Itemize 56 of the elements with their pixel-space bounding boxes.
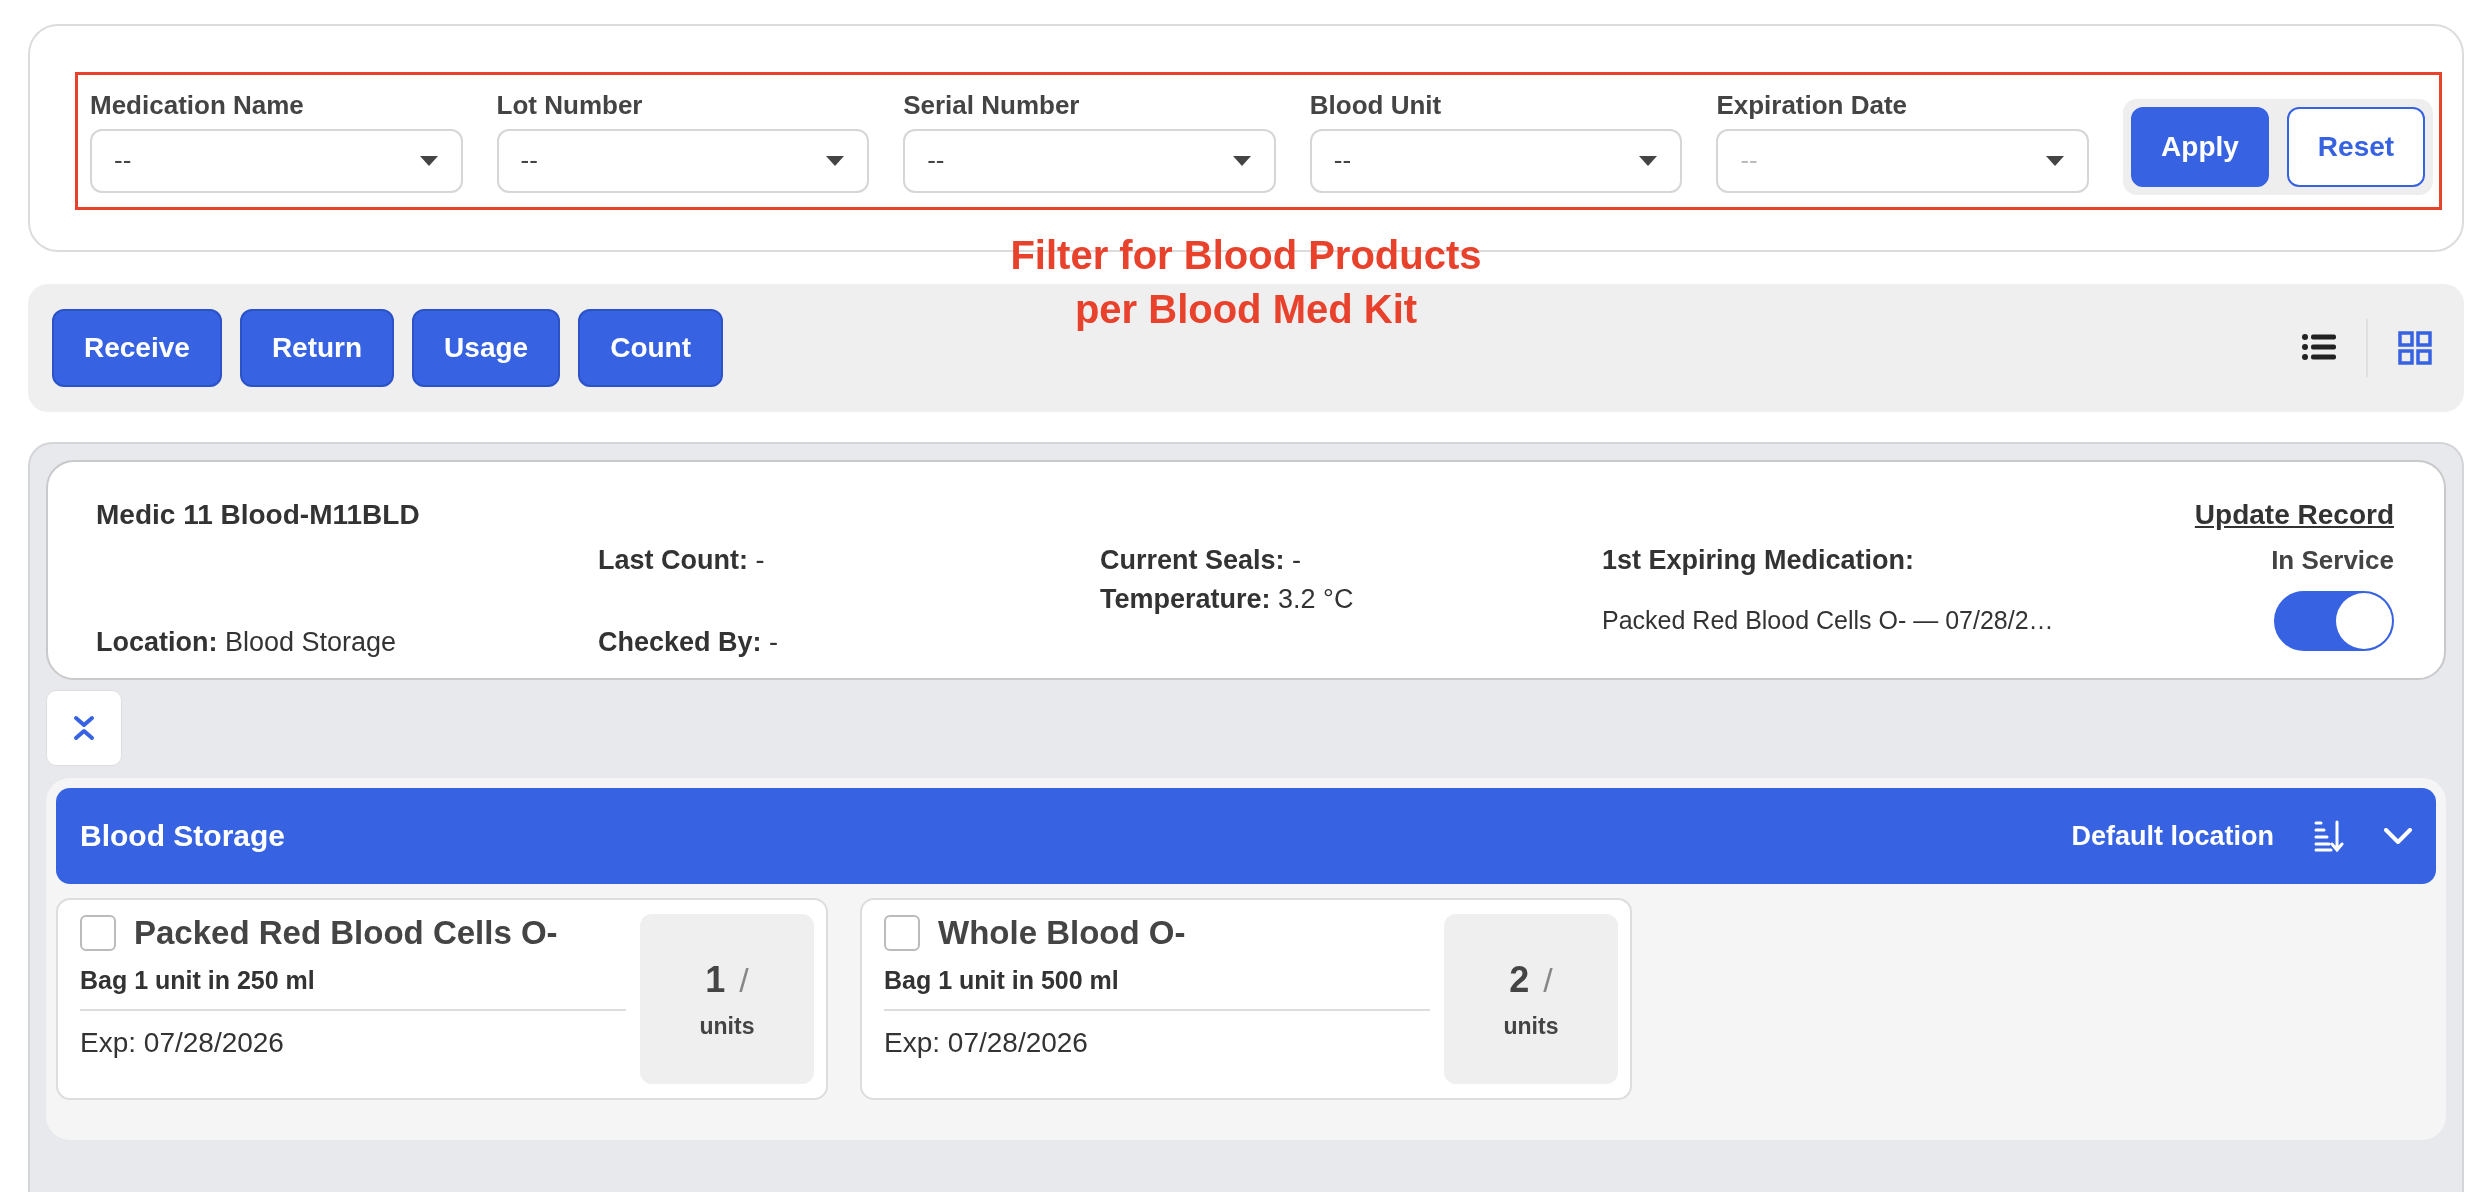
checkbox[interactable] (884, 915, 920, 951)
default-location-label: Default location (2071, 820, 2274, 852)
collapse-button[interactable] (46, 690, 122, 766)
caret-icon (825, 154, 846, 167)
kit-title: Medic 11 Blood-M11BLD (96, 499, 421, 532)
caret-icon (418, 154, 439, 167)
caret-icon (1231, 154, 1252, 167)
product-name: Whole Blood O- (938, 914, 1186, 952)
quantity-value: 1 (705, 958, 726, 1001)
expiration-text: Exp: 07/28/2026 (80, 1027, 285, 1059)
expiring-value: Packed Red Blood Cells O- — 07/28/2… (1602, 606, 2055, 636)
quantity-separator: / (739, 960, 749, 1000)
checked-by-text: Checked By: - (598, 627, 780, 658)
chevron-down-icon (2384, 828, 2412, 844)
list-icon (2302, 332, 2336, 361)
annotation-text: per Blood Med Kit (1074, 286, 1418, 333)
annotation-text: Filter for Blood Products (1010, 232, 1482, 279)
sort-button[interactable] (2314, 820, 2344, 852)
unit-label: units (699, 1012, 755, 1040)
dropdown-field[interactable]: -- (496, 128, 870, 193)
expiration-text: Exp: 07/28/2026 (884, 1027, 1089, 1059)
action-button[interactable]: Count (578, 309, 723, 387)
package-text: Bag 1 unit in 250 ml (80, 966, 626, 1011)
field-label: Medication Name (90, 89, 305, 121)
apply-button[interactable]: Apply (2131, 107, 2269, 187)
action-button[interactable]: Usage (412, 309, 561, 387)
dropdown-field[interactable]: -- (903, 128, 1276, 193)
quantity-separator: / (1543, 960, 1553, 1000)
field-label: Expiration Date (1716, 89, 1909, 121)
grid-icon (2398, 331, 2432, 365)
quantity-value: 2 (1509, 958, 1530, 1001)
toggle-label: In Service (2271, 545, 2394, 577)
expiring-label: 1st Expiring Medication: (1602, 545, 1916, 577)
dropdown-field[interactable]: -- (1309, 128, 1683, 193)
temperature-text: Temperature: 3.2 °C (1100, 583, 1355, 615)
field-label: Serial Number (903, 89, 1081, 121)
caret-icon (2044, 154, 2065, 167)
last-count-text: Last Count: - (598, 545, 766, 577)
package-text: Bag 1 unit in 500 ml (884, 966, 1430, 1011)
field-label: Lot Number (496, 89, 644, 121)
checkbox[interactable] (80, 915, 116, 951)
update-record-link[interactable]: Update Record (2194, 499, 2394, 532)
section-title: Blood Storage (80, 819, 285, 853)
expand-button[interactable] (2384, 828, 2412, 844)
product-name: Packed Red Blood Cells O- (134, 914, 558, 952)
field-label: Blood Unit (1309, 89, 1443, 121)
caret-icon (1638, 154, 1659, 167)
unit-label: units (1503, 1012, 1559, 1040)
current-seals-text: Current Seals: - (1100, 545, 1303, 577)
action-button[interactable]: Return (239, 309, 395, 387)
action-button[interactable]: Receive (52, 309, 222, 387)
location-text: Location: Blood Storage (96, 627, 398, 658)
dropdown-field[interactable]: -- (90, 128, 463, 193)
reset-button[interactable]: Reset (2287, 107, 2425, 187)
sort-icon (2314, 820, 2344, 852)
collapse-icon (73, 715, 95, 741)
